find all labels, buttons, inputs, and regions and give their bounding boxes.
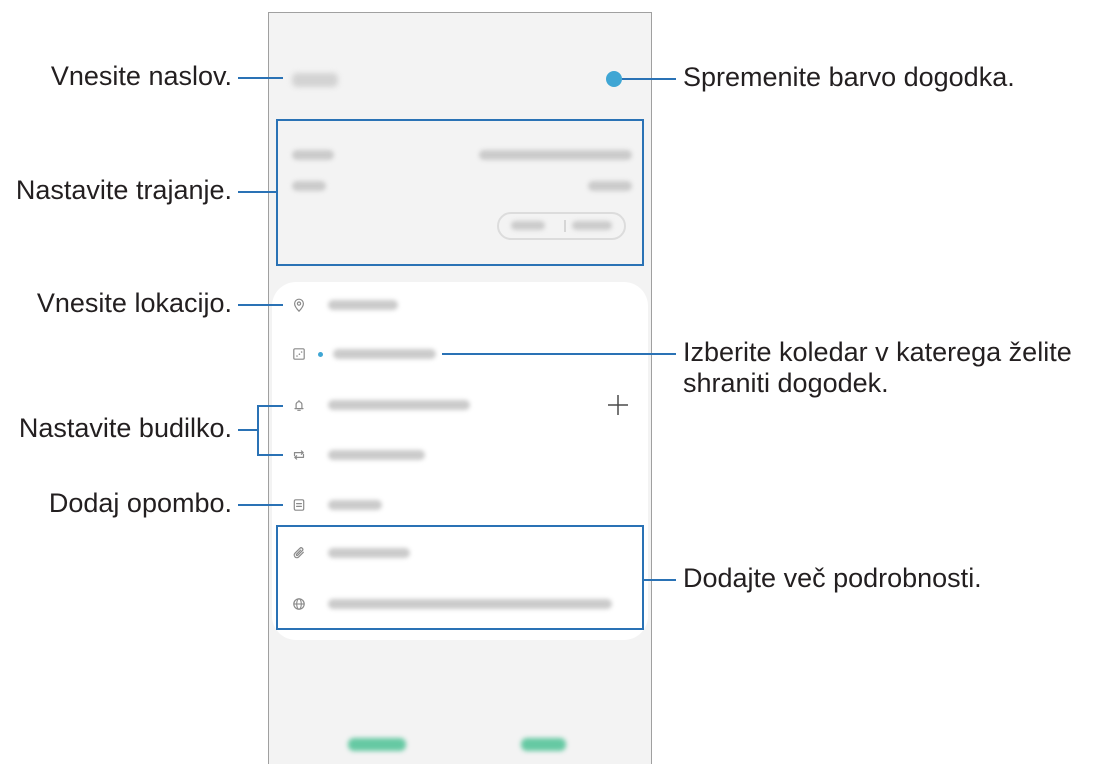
callout-label-calendar: Izberite koledar v katerega želite shran…	[683, 337, 1072, 399]
location-pin-icon	[292, 298, 306, 312]
repeat-row[interactable]	[272, 433, 648, 477]
calendar-name	[333, 349, 436, 359]
callout-bracket-alarm	[257, 405, 259, 456]
callout-label-calendar-line-1: Izberite koledar v katerega želite	[683, 337, 1072, 367]
manual-illustration: Vnesite naslov. Nastavite trajanje. Vnes…	[0, 0, 1096, 764]
callout-line-alarm	[238, 429, 259, 431]
alarm-row[interactable]	[272, 383, 648, 427]
callout-label-color: Spremenite barvo dogodka.	[683, 62, 1015, 92]
callout-line-title	[238, 77, 283, 79]
event-color-button[interactable]	[606, 71, 622, 87]
notes-row[interactable]	[272, 483, 648, 527]
callout-line-details	[644, 579, 676, 581]
notes-text	[328, 500, 382, 510]
callout-label-title: Vnesite naslov.	[50, 61, 232, 91]
repeat-icon	[292, 448, 306, 462]
callout-line-notes	[238, 504, 283, 506]
alarm-text	[328, 400, 470, 410]
callout-label-details: Dodajte več podrobnosti.	[683, 563, 982, 593]
cancel-button[interactable]	[348, 738, 406, 751]
callout-line-calendar	[442, 353, 676, 355]
callout-label-calendar-line-2: shraniti dogodek.	[683, 368, 889, 398]
callout-label-location: Vnesite lokacijo.	[36, 288, 232, 318]
callout-box-duration	[276, 119, 644, 266]
callout-label-notes: Dodaj opombo.	[48, 488, 232, 518]
callout-label-duration: Nastavite trajanje.	[15, 175, 232, 205]
save-button[interactable]	[521, 738, 566, 751]
location-text	[328, 300, 398, 310]
title-field[interactable]	[287, 61, 577, 99]
bell-icon	[292, 398, 306, 412]
callout-bracket-alarm-bottom	[257, 454, 283, 456]
calendar-icon	[292, 347, 306, 361]
callout-box-more-details	[276, 525, 644, 630]
calendar-color-dot	[318, 351, 323, 357]
callout-line-location	[238, 304, 283, 306]
repeat-text	[328, 450, 425, 460]
callout-bracket-alarm-top	[257, 405, 283, 407]
callout-label-alarm: Nastavite budilko.	[18, 413, 232, 443]
location-row[interactable]	[272, 283, 648, 327]
plus-icon[interactable]	[607, 394, 629, 416]
callout-line-color	[622, 78, 676, 80]
title-placeholder-text	[292, 73, 338, 87]
callout-line-duration	[238, 191, 276, 193]
notes-icon	[292, 498, 306, 512]
